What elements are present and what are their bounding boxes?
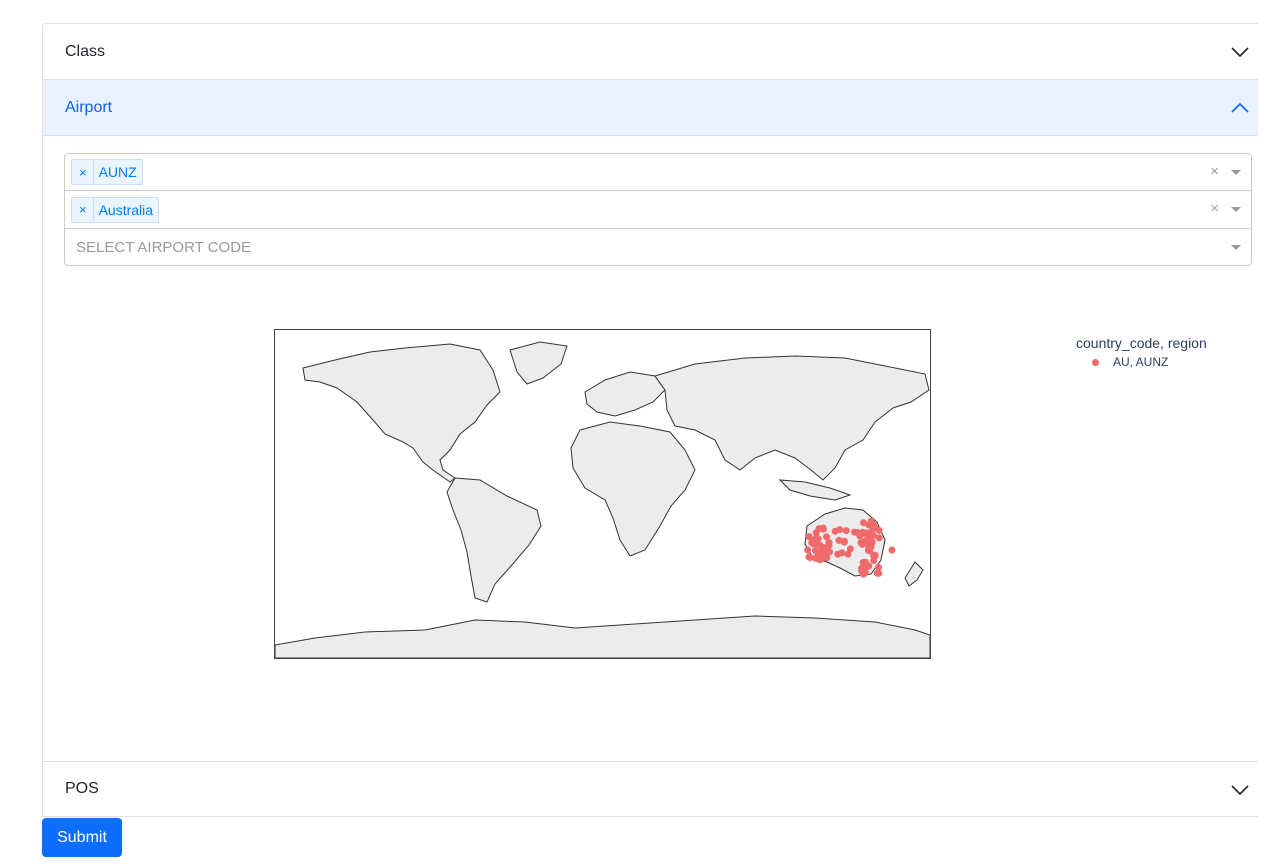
airport-marker[interactable]	[806, 554, 814, 561]
country-tag-label: Australia	[98, 201, 154, 218]
airport-marker[interactable]	[826, 548, 834, 556]
legend-marker-icon	[1092, 358, 1099, 366]
airport-marker[interactable]	[838, 549, 846, 557]
airport-marker[interactable]	[819, 552, 827, 560]
chevron-down-icon[interactable]	[1230, 42, 1250, 62]
remove-tag-icon[interactable]: ×	[72, 160, 94, 184]
region-tag: × AUNZ	[71, 159, 143, 185]
clear-icon[interactable]: ×	[1210, 200, 1219, 217]
accordion-airport-header[interactable]: Airport	[43, 80, 1258, 136]
airport-marker[interactable]	[861, 569, 869, 577]
airport-marker[interactable]	[842, 527, 850, 535]
accordion-pos-header[interactable]: POS	[43, 761, 1258, 817]
airport-marker[interactable]	[867, 517, 875, 525]
chevron-down-icon[interactable]	[1230, 780, 1250, 800]
antarctica-shape	[275, 615, 930, 658]
airport-marker[interactable]	[873, 569, 881, 577]
airport-code-select[interactable]: SELECT AIRPORT CODE	[64, 228, 1252, 266]
greenland-shape	[509, 341, 568, 385]
map-legend: country_code, region AU, AUNZ	[1076, 335, 1207, 369]
chevron-up-icon[interactable]	[1230, 98, 1250, 118]
dropdown-caret-icon[interactable]	[1231, 245, 1241, 250]
airport-marker[interactable]	[871, 523, 879, 531]
country-select[interactable]: × Australia ×	[64, 191, 1252, 229]
airport-marker[interactable]	[819, 524, 827, 532]
airport-marker[interactable]	[844, 550, 852, 558]
south-america-shape	[446, 477, 542, 603]
airport-marker[interactable]	[851, 528, 858, 536]
airport-marker[interactable]	[875, 563, 882, 571]
clear-icon[interactable]: ×	[1210, 163, 1219, 180]
submit-button[interactable]: Submit	[42, 818, 122, 857]
legend-item-label: AU, AUNZ	[1113, 355, 1169, 369]
legend-title: country_code, region	[1076, 335, 1207, 351]
world-map-svg	[275, 341, 930, 658]
indonesia-shape	[778, 479, 852, 501]
region-select[interactable]: × AUNZ ×	[64, 153, 1252, 191]
airport-marker[interactable]	[875, 534, 883, 542]
dropdown-caret-icon[interactable]	[1231, 207, 1241, 212]
north-america-shape	[302, 343, 501, 483]
accordion-pos-label: POS	[65, 780, 99, 797]
africa-shape	[570, 421, 696, 557]
country-tag: × Australia	[71, 196, 160, 223]
accordion-airport-label: Airport	[65, 98, 113, 116]
airport-marker[interactable]	[831, 527, 839, 535]
airport-marker[interactable]	[825, 541, 833, 549]
accordion-class-label: Class	[65, 42, 106, 60]
airport-marker[interactable]	[808, 539, 816, 547]
airport-marker[interactable]	[823, 533, 830, 541]
legend-item[interactable]: AU, AUNZ	[1092, 355, 1207, 369]
europe-shape	[584, 371, 666, 417]
accordion-class-header[interactable]: Class	[43, 24, 1258, 80]
world-map[interactable]	[274, 329, 931, 659]
airport-marker[interactable]	[861, 558, 869, 566]
region-tag-label: AUNZ	[98, 164, 137, 180]
remove-tag-icon[interactable]: ×	[72, 197, 94, 222]
airport-marker[interactable]	[835, 536, 843, 544]
airport-marker[interactable]	[804, 546, 812, 554]
airport-marker[interactable]	[888, 546, 896, 554]
airport-code-placeholder: SELECT AIRPORT CODE	[76, 238, 252, 256]
new-zealand-shape	[904, 561, 924, 587]
airport-marker[interactable]	[870, 557, 878, 564]
airport-marker[interactable]	[860, 538, 868, 546]
asia-shape	[654, 355, 930, 481]
dropdown-caret-icon[interactable]	[1231, 170, 1241, 175]
